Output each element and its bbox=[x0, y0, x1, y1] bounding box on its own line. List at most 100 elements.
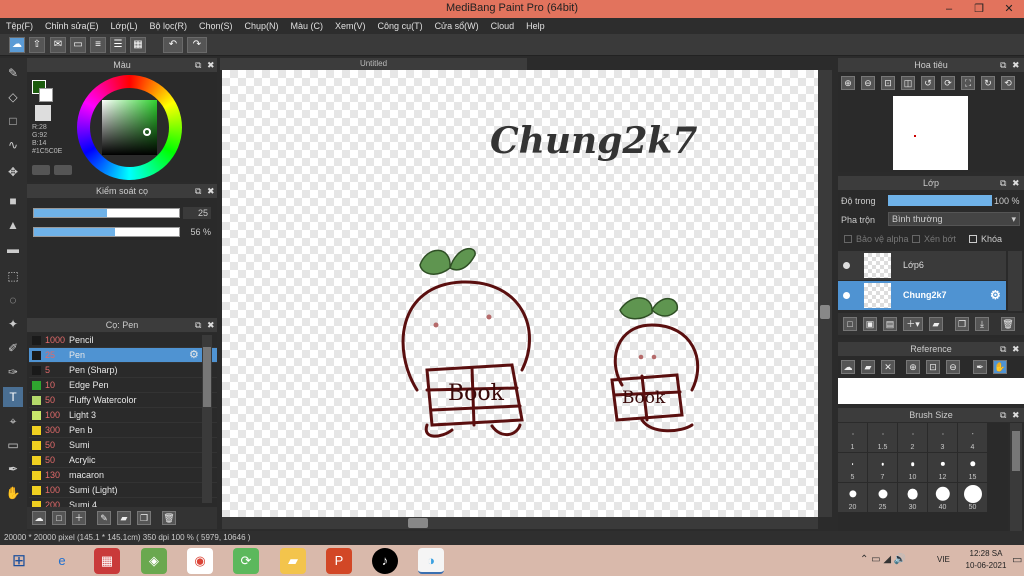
brush-list-item[interactable]: 100 Sumi (Light) bbox=[29, 483, 217, 498]
brush-size-scroll-thumb[interactable] bbox=[1012, 431, 1020, 471]
layer-row[interactable]: Lớp6 bbox=[838, 251, 1006, 280]
cloud-download-icon[interactable]: ☁ bbox=[32, 511, 46, 525]
gear-icon[interactable]: ⚙ bbox=[990, 281, 1001, 310]
layer-opacity-slider[interactable] bbox=[888, 195, 992, 206]
eyedropper-icon[interactable]: ✒ bbox=[3, 459, 23, 479]
visibility-icon[interactable] bbox=[843, 292, 850, 299]
brush-size-option[interactable]: 7 bbox=[868, 453, 898, 483]
duplicate-layer-icon[interactable]: ❐ bbox=[955, 317, 969, 331]
app-grid-icon[interactable]: ▦ bbox=[94, 548, 120, 574]
brush-list-item[interactable]: 200 Sumi 4 bbox=[29, 498, 217, 507]
rotate-right-icon[interactable]: ↻ bbox=[981, 76, 995, 90]
notification-icon[interactable]: ▭ bbox=[1012, 553, 1022, 566]
lasso-icon[interactable]: ◌ bbox=[3, 290, 23, 310]
new-brush-icon[interactable]: □ bbox=[52, 511, 66, 525]
language-indicator[interactable]: VIE bbox=[937, 555, 950, 564]
message-icon[interactable]: ▭ bbox=[70, 37, 86, 53]
folder-icon[interactable]: ▰ bbox=[929, 317, 943, 331]
duplicate-icon[interactable]: ❐ bbox=[137, 511, 151, 525]
divide-tool-icon[interactable]: ▭ bbox=[3, 435, 23, 455]
canvas-vscroll-thumb[interactable] bbox=[820, 305, 830, 319]
ie-browser-icon[interactable]: e bbox=[49, 548, 75, 574]
actual-size-icon[interactable]: ◫ bbox=[901, 76, 915, 90]
canvas-vertical-scrollbar[interactable] bbox=[818, 70, 832, 517]
brush-list-item[interactable]: 25 Pen ⚙ bbox=[29, 348, 217, 363]
popout-icon[interactable]: ⧉ bbox=[195, 58, 201, 72]
undo-button[interactable]: ↶ bbox=[163, 37, 183, 53]
brush-size-option[interactable]: 50 bbox=[958, 483, 988, 513]
chrome-icon[interactable]: ◉ bbox=[187, 548, 213, 574]
brush-list-item[interactable]: 5 Pen (Sharp) bbox=[29, 363, 217, 378]
menu-tools[interactable]: Công cụ(T) bbox=[372, 18, 429, 34]
protect-alpha-checkbox[interactable] bbox=[844, 235, 852, 243]
lock-checkbox[interactable] bbox=[969, 235, 977, 243]
zoom-out-icon[interactable]: ⊖ bbox=[861, 76, 875, 90]
brush-list-item[interactable]: 130 macaron bbox=[29, 468, 217, 483]
menu-window[interactable]: Cửa sổ(W) bbox=[429, 18, 485, 34]
brush-list-item[interactable]: 300 Pen b bbox=[29, 423, 217, 438]
blend-mode-select[interactable]: Bình thường ▾ bbox=[888, 212, 1020, 226]
brush-list-item[interactable]: 10 Edge Pen bbox=[29, 378, 217, 393]
brush-size-option[interactable]: 40 bbox=[928, 483, 958, 513]
zoom-in-icon[interactable]: ⊕ bbox=[906, 360, 920, 374]
transparent-swatch[interactable] bbox=[35, 105, 51, 121]
brush-size-option[interactable]: 20 bbox=[838, 483, 868, 513]
fullscreen-icon[interactable]: ⛶ bbox=[961, 76, 975, 90]
operation-tool-icon[interactable]: ⌖ bbox=[3, 411, 23, 431]
menu-edit[interactable]: Chỉnh sửa(E) bbox=[39, 18, 105, 34]
menu-select[interactable]: Chọn(S) bbox=[193, 18, 239, 34]
brush-list-item[interactable]: 1000 Pencil bbox=[29, 333, 217, 348]
brush-size-value[interactable]: 25 bbox=[183, 207, 211, 219]
visibility-icon[interactable] bbox=[843, 262, 850, 269]
brush-list-item[interactable]: 100 Light 3 bbox=[29, 408, 217, 423]
brush-tool-icon[interactable]: ✎ bbox=[3, 63, 23, 83]
folder-icon[interactable]: ▰ bbox=[861, 360, 875, 374]
brush-list-item[interactable]: 50 Sumi bbox=[29, 438, 217, 453]
clock-time[interactable]: 12:28 SA bbox=[968, 549, 1004, 558]
file-explorer-icon[interactable]: ▰ bbox=[280, 548, 306, 574]
menu-snap[interactable]: Chụp(N) bbox=[239, 18, 285, 34]
canvas-horizontal-scrollbar[interactable] bbox=[222, 517, 818, 529]
brush-size-option[interactable]: 1 bbox=[838, 423, 868, 453]
restore-button[interactable]: ❐ bbox=[964, 0, 994, 18]
brush-size-option[interactable]: 2 bbox=[898, 423, 928, 453]
close-icon[interactable]: ✖ bbox=[1012, 408, 1020, 422]
new-layer-icon[interactable]: □ bbox=[843, 317, 857, 331]
close-icon[interactable]: ✖ bbox=[207, 184, 215, 198]
bucket-tool-icon[interactable]: ▲ bbox=[3, 215, 23, 235]
list-icon[interactable]: ☰ bbox=[110, 37, 126, 53]
select-eraser-icon[interactable]: ✑ bbox=[3, 362, 23, 382]
zoom-out-icon[interactable]: ⊖ bbox=[946, 360, 960, 374]
move-tool-icon[interactable]: ✥ bbox=[3, 162, 23, 182]
clock-date[interactable]: 10-06-2021 bbox=[962, 561, 1010, 570]
text-tool-icon[interactable]: T bbox=[3, 387, 23, 407]
gear-icon[interactable]: ⚙ bbox=[189, 348, 199, 363]
brush-size-option[interactable]: 25 bbox=[868, 483, 898, 513]
popout-icon[interactable]: ⧉ bbox=[1000, 58, 1006, 72]
eyedropper-icon[interactable]: ✒ bbox=[973, 360, 987, 374]
gradient-tool-icon[interactable]: ▬ bbox=[3, 239, 23, 259]
menu-color[interactable]: Màu (C) bbox=[285, 18, 330, 34]
add-brush-icon[interactable]: ＋ bbox=[72, 511, 86, 525]
trash-icon[interactable]: 🗑 bbox=[1001, 317, 1015, 331]
rotate-icon[interactable]: ⟳ bbox=[941, 76, 955, 90]
menu-layer[interactable]: Lớp(L) bbox=[105, 18, 144, 34]
close-icon[interactable]: ✖ bbox=[1012, 342, 1020, 356]
brush-opacity-slider[interactable] bbox=[33, 227, 180, 237]
reset-view-icon[interactable]: ⟲ bbox=[1001, 76, 1015, 90]
popout-icon[interactable]: ⧉ bbox=[1000, 342, 1006, 356]
brush-list-scrollbar[interactable] bbox=[202, 335, 212, 503]
share-icon[interactable]: ⇧ bbox=[29, 37, 45, 53]
hand-icon[interactable]: ✋ bbox=[993, 360, 1007, 374]
eraser-tool-icon[interactable]: ◇ bbox=[3, 87, 23, 107]
brush-size-option[interactable]: 12 bbox=[928, 453, 958, 483]
merge-layer-icon[interactable]: ⤓ bbox=[975, 317, 989, 331]
popout-icon[interactable]: ⧉ bbox=[195, 184, 201, 198]
rectangle-tool-icon[interactable]: □ bbox=[3, 111, 23, 131]
add-layer-menu-icon[interactable]: ＋▾ bbox=[903, 317, 923, 331]
layer-scrollbar[interactable] bbox=[1008, 251, 1022, 311]
menu-file[interactable]: Tệp(F) bbox=[0, 18, 39, 34]
popout-icon[interactable]: ⧉ bbox=[1000, 176, 1006, 190]
rotate-left-icon[interactable]: ↺ bbox=[921, 76, 935, 90]
secondary-color-swatch[interactable] bbox=[39, 88, 53, 102]
